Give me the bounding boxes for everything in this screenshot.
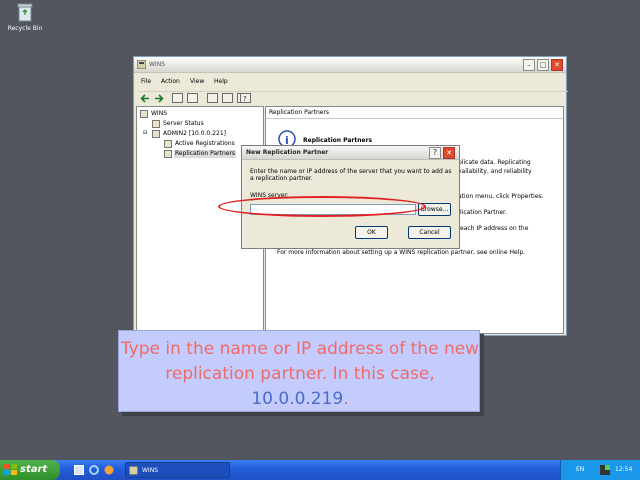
details-line: vailability, and reliability: [458, 168, 532, 175]
details-heading: Replication Partners: [303, 137, 373, 144]
server-icon: [152, 130, 160, 138]
wins-app-icon: [129, 466, 138, 475]
details-line: ation menu, click Properties.: [458, 193, 544, 200]
dialog-close-button[interactable]: ✕: [443, 147, 455, 159]
system-tray: EN 12:54: [560, 460, 640, 480]
browse-button[interactable]: Browse...: [418, 203, 451, 216]
cancel-button[interactable]: Cancel: [408, 226, 451, 239]
window-title: WINS: [149, 61, 165, 68]
language-indicator[interactable]: EN: [576, 467, 584, 473]
refresh-icon[interactable]: [222, 93, 233, 103]
details-line: lication Partner.: [460, 209, 507, 216]
folder-icon: [164, 150, 172, 158]
up-folder-icon[interactable]: [172, 93, 183, 103]
wins-server-label: WINS server:: [250, 192, 289, 199]
details-header: Replication Partners: [266, 107, 563, 119]
show-hide-tree-icon[interactable]: [187, 93, 198, 103]
svg-text:?: ?: [243, 95, 247, 103]
help-icon: ?: [432, 148, 438, 157]
ok-button[interactable]: OK: [355, 226, 388, 239]
new-replication-partner-dialog[interactable]: New Replication Partner ? ✕ Enter the na…: [241, 145, 460, 249]
dialog-help-button[interactable]: ?: [429, 147, 441, 159]
help-icon[interactable]: ?: [240, 93, 251, 103]
menu-file[interactable]: File: [141, 79, 151, 85]
network-icon[interactable]: [600, 465, 610, 475]
maximize-button[interactable]: □: [537, 59, 549, 71]
wins-root-icon: [140, 110, 148, 118]
start-label: start: [20, 464, 48, 475]
details-line: each IP address on the: [460, 225, 529, 232]
close-icon: ✕: [446, 149, 452, 157]
menu-view[interactable]: View: [190, 79, 204, 85]
windows-logo-icon: [4, 464, 17, 475]
taskbar-wins-button[interactable]: WINS: [125, 462, 230, 478]
taskbar: start WINS EN 12:54: [0, 460, 640, 480]
show-desktop-icon[interactable]: [74, 465, 84, 475]
internet-explorer-icon[interactable]: [89, 465, 99, 475]
close-icon: ✕: [554, 61, 560, 69]
tree-item-server-status[interactable]: Server Status: [163, 121, 204, 127]
dialog-description: Enter the name or IP address of the serv…: [250, 168, 452, 182]
tree-item-wins[interactable]: WINS: [151, 111, 167, 117]
minimize-button[interactable]: –: [523, 59, 535, 71]
menu-help[interactable]: Help: [214, 79, 228, 85]
server-status-icon: [152, 120, 160, 128]
callout-instruction: Type in the name or IP address of the ne…: [120, 339, 480, 384]
callout-ip-address: 10.0.0.219: [251, 389, 344, 409]
back-arrow-icon[interactable]: [140, 94, 150, 103]
details-header-label: Replication Partners: [269, 109, 330, 116]
details-line: plicate data. Replicating: [458, 159, 531, 166]
tree-item-active-registrations[interactable]: Active Registrations: [175, 141, 235, 147]
tutorial-callout: Type in the name or IP address of the ne…: [118, 330, 480, 412]
minimize-icon: –: [527, 61, 531, 69]
tree-item-server[interactable]: ADMIN2 [10.0.0.221]: [163, 131, 226, 137]
recycle-bin-icon: [17, 3, 33, 22]
tree-item-replication-partners[interactable]: Replication Partners: [174, 150, 237, 158]
close-button[interactable]: ✕: [551, 59, 563, 71]
clock: 12:54: [615, 466, 633, 473]
dialog-title: New Replication Partner: [246, 149, 329, 156]
recycle-bin-label: Recycle Bin: [7, 25, 43, 32]
window-titlebar[interactable]: WINS – □ ✕: [134, 57, 566, 73]
start-button[interactable]: start: [0, 460, 60, 480]
wins-server-input[interactable]: [250, 204, 416, 215]
media-player-icon[interactable]: [104, 465, 114, 475]
details-footer: For more information about setting up a …: [277, 249, 526, 256]
callout-period: .: [343, 389, 349, 409]
menu-action[interactable]: Action: [161, 79, 180, 85]
expand-toggle-icon[interactable]: ⊟: [143, 131, 147, 136]
dialog-titlebar[interactable]: New Replication Partner ? ✕: [242, 146, 459, 160]
forward-arrow-icon[interactable]: [154, 94, 164, 103]
wins-app-icon: [137, 60, 146, 69]
properties-icon[interactable]: [207, 93, 218, 103]
folder-icon: [164, 140, 172, 148]
callout-text: Type in the name or IP address of the ne…: [119, 337, 481, 412]
maximize-icon: □: [539, 61, 547, 69]
taskbar-wins-label: WINS: [142, 467, 158, 474]
